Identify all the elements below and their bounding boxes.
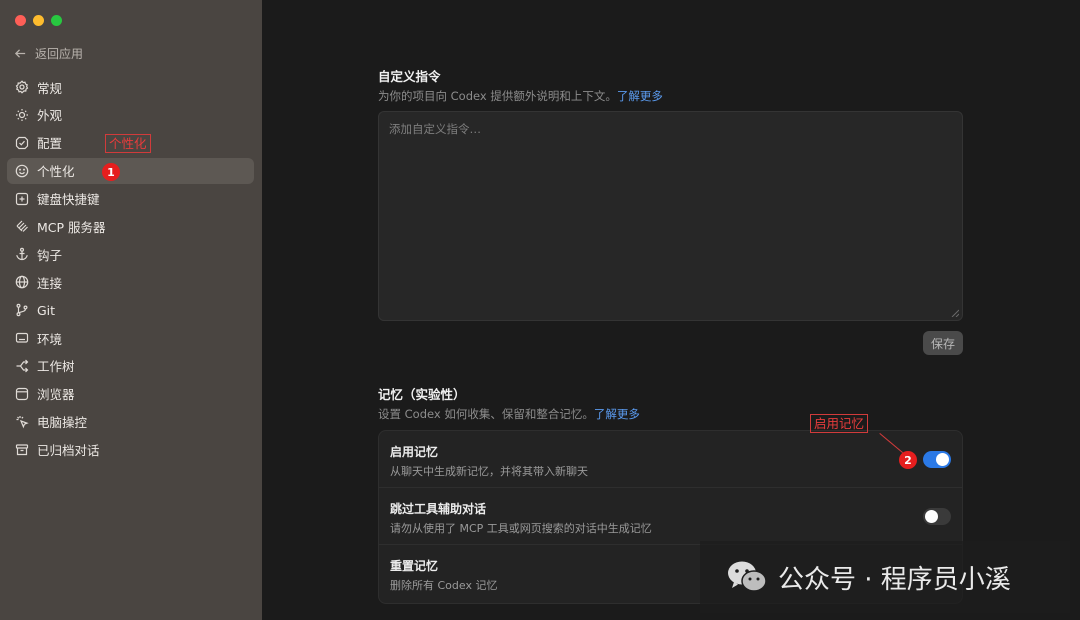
sidebar-item-general[interactable]: 常规 <box>7 74 254 100</box>
sidebar-item-label: 键盘快捷键 <box>37 192 100 208</box>
sidebar-item-label: 连接 <box>37 275 63 291</box>
sidebar: 返回应用 常规 外观 配置 个性化 键盘快捷键 MCP 服务器 钩子 连接 Gi… <box>0 0 262 620</box>
worktree-icon <box>16 359 29 373</box>
monitor-icon <box>15 332 29 343</box>
sidebar-item-label: 钩子 <box>37 247 63 263</box>
window-controls <box>15 15 62 26</box>
sidebar-item-label: 工作树 <box>37 359 75 375</box>
row-title: 跳过工具辅助对话 <box>390 502 487 516</box>
sidebar-item-environment[interactable]: 环境 <box>7 325 254 351</box>
mcp-icon <box>16 221 28 233</box>
sun-icon <box>16 108 28 121</box>
sidebar-item-label: 浏览器 <box>37 387 75 403</box>
sidebar-item-label: 配置 <box>37 136 63 152</box>
sidebar-item-appearance[interactable]: 外观 <box>7 102 254 128</box>
enable-memory-toggle[interactable] <box>923 451 951 468</box>
minimize-window-button[interactable] <box>33 15 44 26</box>
arrow-left-icon <box>14 48 26 58</box>
enable-memory-row: 启用记忆 从聊天中生成新记忆，并将其带入新聊天 <box>379 431 962 488</box>
sidebar-item-mcp-servers[interactable]: MCP 服务器 <box>7 213 254 239</box>
gear-icon <box>15 80 29 94</box>
anchor-icon <box>16 248 28 261</box>
skip-tool-chats-toggle[interactable] <box>923 508 951 525</box>
toggle-knob <box>925 510 938 523</box>
maximize-window-button[interactable] <box>51 15 62 26</box>
keyboard-icon <box>15 192 29 205</box>
smile-icon <box>15 164 29 177</box>
learn-more-link[interactable]: 了解更多 <box>617 89 663 103</box>
sidebar-item-git[interactable]: Git <box>7 297 254 323</box>
settings-nav: 常规 外观 配置 个性化 键盘快捷键 MCP 服务器 钩子 连接 Git 环境 … <box>7 74 254 464</box>
sidebar-item-hooks[interactable]: 钩子 <box>7 241 254 267</box>
cursor-click-icon <box>16 415 29 429</box>
sidebar-item-browser[interactable]: 浏览器 <box>7 381 254 407</box>
sidebar-item-label: 电脑操控 <box>37 415 88 431</box>
toggle-knob <box>936 453 949 466</box>
sidebar-item-keyboard-shortcuts[interactable]: 键盘快捷键 <box>7 186 254 212</box>
annotation-label-2: 启用记忆 <box>810 414 869 433</box>
resize-handle-icon[interactable] <box>951 309 959 317</box>
archive-icon <box>15 443 29 455</box>
sidebar-item-label: Git <box>37 302 56 318</box>
skip-tool-chats-row: 跳过工具辅助对话 请勿从使用了 MCP 工具或网页搜索的对话中生成记忆 <box>379 488 962 545</box>
annotation-marker-1: 1 <box>102 163 120 181</box>
settings-content: 自定义指令 为你的项目向 Codex 提供额外说明和上下文。了解更多 添加自定义… <box>262 0 1080 620</box>
row-title: 启用记忆 <box>390 445 439 459</box>
sidebar-item-label: 已归档对话 <box>37 443 100 459</box>
annotation-label-1: 个性化 <box>105 134 151 153</box>
annotation-marker-2: 2 <box>899 451 917 469</box>
memory-desc: 设置 Codex 如何收集、保留和整合记忆。了解更多 <box>378 406 640 422</box>
sidebar-item-label: 常规 <box>37 80 63 96</box>
memory-desc-text: 设置 Codex 如何收集、保留和整合记忆。 <box>378 407 594 421</box>
wechat-icon <box>728 561 767 592</box>
git-branch-icon <box>16 303 28 317</box>
row-title: 重置记忆 <box>390 559 439 573</box>
custom-instructions-input[interactable]: 添加自定义指令… <box>378 111 963 321</box>
back-to-app-link[interactable]: 返回应用 <box>14 44 83 62</box>
browser-icon <box>15 387 29 400</box>
sidebar-item-personalization[interactable]: 个性化 <box>7 157 254 184</box>
row-desc: 请勿从使用了 MCP 工具或网页搜索的对话中生成记忆 <box>390 522 652 535</box>
watermark: 公众号 · 程序员小溪 <box>700 541 1070 613</box>
watermark-text: 公众号 · 程序员小溪 <box>778 564 1011 595</box>
custom-instructions-desc-text: 为你的项目向 Codex 提供额外说明和上下文。 <box>378 89 617 103</box>
sidebar-item-label: 个性化 <box>37 164 75 180</box>
save-button[interactable]: 保存 <box>923 331 963 355</box>
memory-title: 记忆（实验性） <box>378 387 466 402</box>
globe-icon <box>15 275 29 289</box>
row-desc: 从聊天中生成新记忆，并将其带入新聊天 <box>390 465 588 478</box>
close-window-button[interactable] <box>15 15 26 26</box>
sidebar-item-worktree[interactable]: 工作树 <box>7 353 254 379</box>
sidebar-item-computer-control[interactable]: 电脑操控 <box>7 409 254 435</box>
sidebar-item-label: 环境 <box>37 331 63 347</box>
back-label: 返回应用 <box>35 46 84 61</box>
row-desc: 删除所有 Codex 记忆 <box>390 579 498 592</box>
sidebar-item-label: MCP 服务器 <box>37 219 106 235</box>
sidebar-item-archived-chats[interactable]: 已归档对话 <box>7 437 254 463</box>
custom-instructions-title: 自定义指令 <box>378 69 441 84</box>
memory-learn-more-link[interactable]: 了解更多 <box>594 407 640 421</box>
custom-instructions-desc: 为你的项目向 Codex 提供额外说明和上下文。了解更多 <box>378 88 663 104</box>
sidebar-item-connections[interactable]: 连接 <box>7 269 254 295</box>
custom-instructions-placeholder: 添加自定义指令… <box>389 122 481 136</box>
config-icon <box>15 136 29 149</box>
sidebar-item-label: 外观 <box>37 108 63 124</box>
